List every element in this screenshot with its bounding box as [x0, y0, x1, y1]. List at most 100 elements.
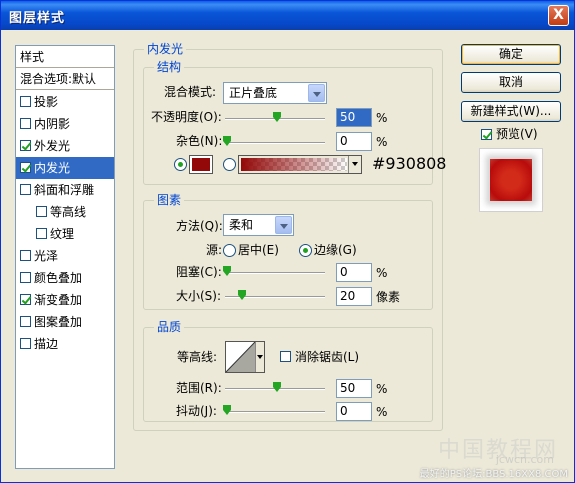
style-item-label: 等高线 — [50, 205, 87, 219]
gradient-radio[interactable] — [223, 158, 236, 171]
noise-slider-thumb[interactable] — [223, 136, 231, 146]
size-input[interactable]: 20 — [336, 287, 372, 306]
blend-mode-select[interactable]: 正片叠底 — [223, 82, 327, 104]
preview-checkbox[interactable] — [481, 129, 492, 140]
antialias-checkbox[interactable] — [280, 351, 291, 362]
choke-input[interactable]: 0 — [336, 263, 372, 282]
glow-gradient-picker[interactable] — [238, 155, 362, 174]
style-item-label: 图案叠加 — [34, 315, 83, 329]
inner-glow-title: 内发光 — [144, 42, 187, 56]
watermark: 中国教程网 jcwcn.com 最好的PS论坛:BBS.16XX8.COM — [419, 438, 568, 480]
layer-style-dialog: 图层样式 X 样式 混合选项:默认 投影 内阴影 外发光 内发光 斜面和浮雕 等… — [0, 0, 575, 483]
gradient-preview — [241, 158, 347, 171]
window-title: 图层样式 — [9, 11, 66, 26]
color-hex-text: #930808 — [372, 154, 447, 173]
close-icon: X — [553, 7, 564, 23]
jitter-slider-thumb[interactable] — [223, 405, 231, 415]
size-slider-thumb[interactable] — [238, 290, 246, 300]
technique-select[interactable]: 柔和 — [223, 214, 294, 236]
style-item-stroke[interactable]: 描边 — [16, 333, 114, 355]
opacity-input[interactable]: 50 — [336, 108, 372, 127]
style-item-drop-shadow[interactable]: 投影 — [16, 91, 114, 113]
jitter-input[interactable]: 0 — [336, 402, 372, 421]
outer-glow-checkbox[interactable] — [20, 140, 31, 151]
size-unit: 像素 — [376, 290, 401, 304]
choke-label: 阻塞(C): — [176, 265, 222, 279]
styles-header[interactable]: 样式 — [16, 46, 114, 68]
style-item-label: 内阴影 — [34, 117, 71, 131]
pattern-overlay-checkbox[interactable] — [20, 316, 31, 327]
range-label: 范围(R): — [176, 381, 222, 395]
ok-button[interactable]: 确定 — [461, 44, 561, 65]
noise-input[interactable]: 0 — [336, 132, 372, 151]
style-item-satin[interactable]: 光泽 — [16, 245, 114, 267]
jitter-slider-track[interactable] — [225, 411, 325, 413]
opacity-slider-thumb[interactable] — [273, 112, 281, 122]
contour-label: 等高线: — [177, 350, 218, 364]
antialias-label[interactable]: 消除锯齿(L) — [295, 348, 359, 366]
blending-options-label: 混合选项:默认 — [20, 72, 97, 86]
opacity-unit: % — [376, 111, 388, 125]
noise-slider-track[interactable] — [225, 142, 325, 144]
noise-unit: % — [376, 135, 388, 149]
drop-shadow-checkbox[interactable] — [20, 96, 31, 107]
chevron-down-icon[interactable] — [255, 342, 264, 372]
solid-color-radio[interactable] — [174, 158, 187, 171]
style-item-gradient-overlay[interactable]: 渐变叠加 — [16, 289, 114, 311]
style-item-inner-shadow[interactable]: 内阴影 — [16, 113, 114, 135]
style-item-label: 颜色叠加 — [34, 271, 83, 285]
style-item-label: 渐变叠加 — [34, 293, 83, 307]
style-item-label: 光泽 — [34, 249, 59, 263]
color-overlay-checkbox[interactable] — [20, 272, 31, 283]
watermark-url: jcwcn.com — [495, 453, 554, 466]
close-button[interactable]: X — [548, 5, 569, 26]
style-item-label: 投影 — [34, 95, 59, 109]
range-input[interactable]: 50 — [336, 379, 372, 398]
glow-color-swatch[interactable] — [189, 155, 213, 174]
satin-checkbox[interactable] — [20, 250, 31, 261]
range-slider-thumb[interactable] — [273, 382, 281, 392]
style-item-inner-glow[interactable]: 内发光 — [16, 157, 114, 179]
style-item-color-overlay[interactable]: 颜色叠加 — [16, 267, 114, 289]
preview-label[interactable]: 预览(V) — [496, 125, 538, 143]
size-label: 大小(S): — [176, 289, 222, 303]
contour-curve-icon — [226, 342, 255, 372]
bevel-emboss-checkbox[interactable] — [20, 184, 31, 195]
choke-slider-track[interactable] — [225, 272, 325, 274]
blend-mode-label: 混合模式: — [164, 85, 217, 99]
cancel-button[interactable]: 取消 — [461, 72, 561, 93]
preview-square — [490, 159, 532, 201]
source-center-label[interactable]: 居中(E) — [238, 241, 279, 259]
contour-checkbox[interactable] — [36, 206, 47, 217]
styles-list: 样式 混合选项:默认 投影 内阴影 外发光 内发光 斜面和浮雕 等高线 纹理 光… — [15, 45, 115, 469]
watermark-forum-text: 最好的PS论坛:BBS.16XX8.COM — [419, 469, 568, 480]
style-preview-thumbnail — [479, 148, 543, 212]
style-item-bevel-emboss[interactable]: 斜面和浮雕 — [16, 179, 114, 201]
stroke-checkbox[interactable] — [20, 338, 31, 349]
gradient-overlay-checkbox[interactable] — [20, 294, 31, 305]
style-item-label: 内发光 — [34, 161, 71, 175]
chevron-down-icon — [308, 84, 325, 102]
style-item-texture[interactable]: 纹理 — [16, 223, 114, 245]
choke-slider-thumb[interactable] — [223, 266, 231, 276]
chevron-down-icon[interactable] — [348, 156, 361, 173]
structure-title: 结构 — [154, 60, 185, 74]
style-item-outer-glow[interactable]: 外发光 — [16, 135, 114, 157]
inner-glow-checkbox[interactable] — [20, 162, 31, 173]
source-edge-radio[interactable] — [299, 244, 312, 257]
style-item-label: 外发光 — [34, 139, 71, 153]
glow-color-fill — [192, 158, 210, 171]
choke-unit: % — [376, 266, 388, 280]
blending-options-item[interactable]: 混合选项:默认 — [16, 68, 114, 90]
texture-checkbox[interactable] — [36, 228, 47, 239]
style-item-pattern-overlay[interactable]: 图案叠加 — [16, 311, 114, 333]
style-item-label: 描边 — [34, 337, 59, 351]
new-style-button[interactable]: 新建样式(W)... — [461, 101, 561, 122]
style-item-contour[interactable]: 等高线 — [16, 201, 114, 223]
inner-shadow-checkbox[interactable] — [20, 118, 31, 129]
source-edge-label[interactable]: 边缘(G) — [314, 241, 357, 259]
contour-picker[interactable] — [225, 341, 265, 373]
styles-header-label: 样式 — [20, 50, 45, 64]
jitter-label: 抖动(J): — [176, 404, 217, 418]
source-center-radio[interactable] — [223, 244, 236, 257]
